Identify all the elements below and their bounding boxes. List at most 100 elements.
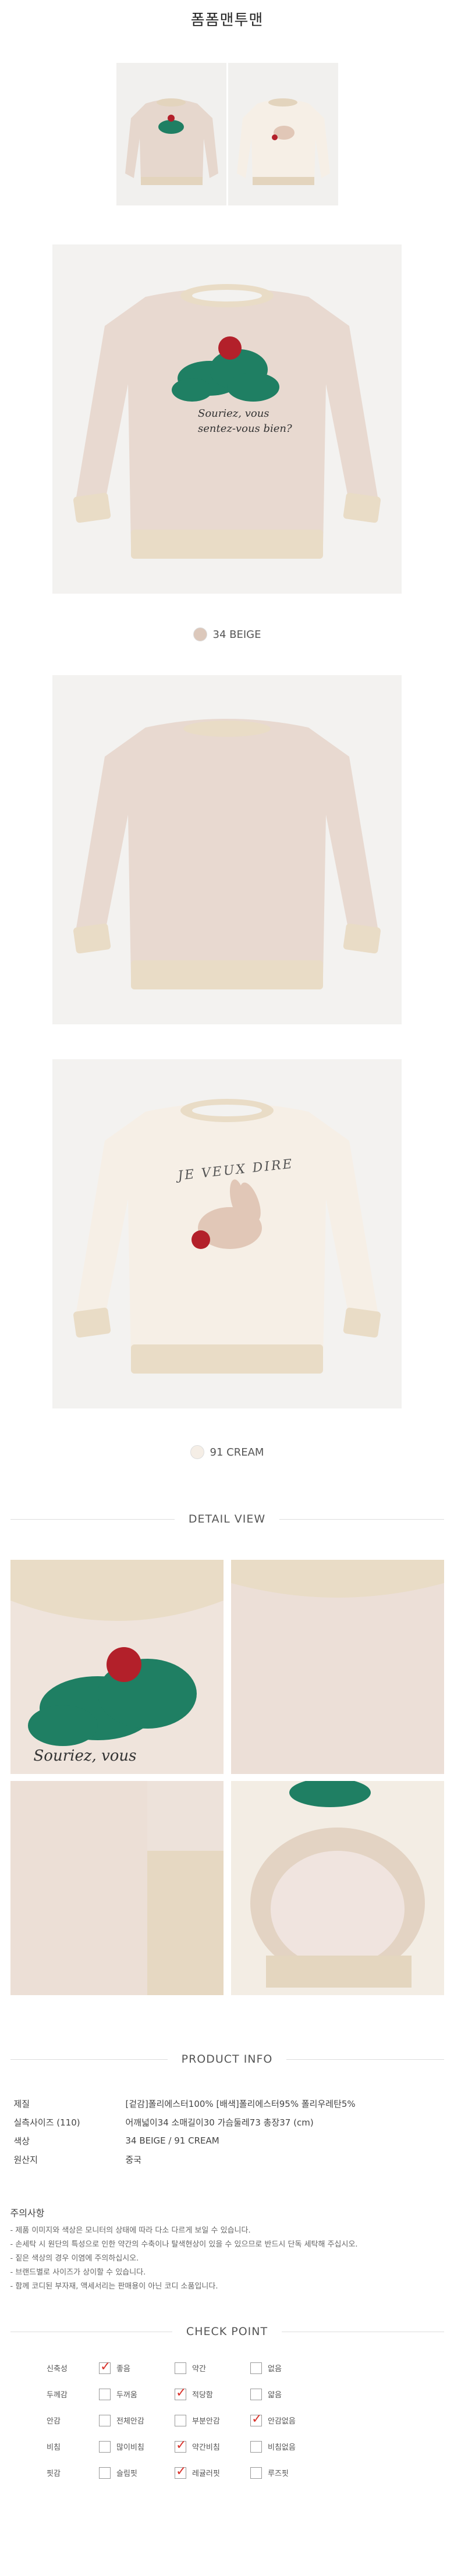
check-option: 약간 <box>175 2362 250 2374</box>
check-option: 얇음 <box>250 2388 326 2400</box>
beige-sweater-thumb-image <box>116 63 226 205</box>
caution-line: - 제품 이미지와 색상은 모니터의 상태에 따라 다소 다르게 보일 수 있습… <box>10 2226 251 2235</box>
checkbox <box>99 2440 111 2453</box>
detail-sleeve-closeup <box>10 1781 224 1995</box>
beige-main-photo: Souriez, vous sentez-vous bien? <box>52 244 402 594</box>
check-option: 적당함 <box>175 2386 250 2400</box>
option-label: 전체안감 <box>116 2417 144 2426</box>
detail-inside-closeup <box>230 1781 444 1995</box>
caution-notes: 주의사항 - 제품 이미지와 색상은 모니터의 상태에 따라 다소 다르게 보일… <box>10 2206 444 2294</box>
cream-sweater-image <box>52 1059 402 1408</box>
check-option: 비침없음 <box>250 2440 326 2453</box>
cream-thumb[interactable] <box>228 63 338 205</box>
product-info-table: 제질 [겉감]폴리에스터100% [배색]폴리에스터95% 폴리우레탄5% 실측… <box>10 2094 444 2169</box>
cream-swatch-row: 91 CREAM <box>0 1443 454 1461</box>
check-category: 핏감 <box>47 2469 61 2478</box>
check-option: 레귤러핏 <box>175 2464 250 2479</box>
detail-view-title: DETAIL VIEW <box>188 1513 266 1525</box>
option-label: 두꺼움 <box>116 2391 137 2400</box>
option-label: 많이비침 <box>116 2443 144 2452</box>
check-option: 슬림핏 <box>99 2467 175 2479</box>
divider-line <box>10 2059 168 2060</box>
checkbox <box>175 2414 186 2426</box>
checked-checkbox <box>250 2412 262 2426</box>
option-label: 약간 <box>192 2365 206 2373</box>
divider-line <box>10 1518 175 1520</box>
detail-fabric-closeup <box>230 1560 444 1774</box>
beige-swatch-row: 34 BEIGE <box>0 626 454 643</box>
beige-print-line-2: sentez-vous bien? <box>198 423 292 435</box>
check-row-lining: 안감 전체안감 부분안감 안감없음 <box>35 2407 419 2433</box>
check-option: 많이비침 <box>99 2440 175 2453</box>
check-option: 부분안감 <box>175 2414 250 2426</box>
product-detail-page: 폼폼맨투맨 Souriez, vous sentez-vous bien? 34… <box>0 0 454 2576</box>
option-label: 레귤러핏 <box>192 2469 220 2478</box>
beige-thumb[interactable] <box>116 63 226 205</box>
detail-grid: Souriez, vous <box>10 1560 444 1995</box>
checkbox <box>99 2467 111 2479</box>
checked-checkbox <box>99 2359 111 2374</box>
beige-print-line-1: Souriez, vous <box>198 407 269 420</box>
option-label: 부분안감 <box>192 2417 220 2426</box>
cream-main-photo: JE VEUX DIRE <box>52 1059 402 1408</box>
page-title: 폼폼맨투맨 <box>190 12 264 29</box>
product-info-title: PRODUCT INFO <box>181 2053 273 2066</box>
caution-line: - 손세탁 시 원단의 특성으로 인한 약간의 수축이나 탈색현상이 있을 수 … <box>10 2240 358 2249</box>
option-label: 약간비침 <box>192 2443 220 2452</box>
check-option: 안감없음 <box>250 2412 326 2426</box>
check-point-heading: CHECK POINT <box>10 2323 444 2340</box>
caution-heading: 주의사항 <box>10 2208 45 2219</box>
check-option: 전체안감 <box>99 2414 175 2426</box>
check-option: 약간비침 <box>175 2438 250 2453</box>
option-label: 슬림핏 <box>116 2469 137 2478</box>
beige-sweater-back-image <box>52 675 402 1024</box>
thumbnail-strip <box>0 63 454 205</box>
detail-print-closeup: Souriez, vous <box>10 1560 224 1774</box>
option-label: 루즈핏 <box>268 2469 289 2478</box>
check-category: 비침 <box>47 2443 61 2452</box>
check-option: 없음 <box>250 2362 326 2374</box>
checkbox <box>175 2362 186 2374</box>
detail-print-text: Souriez, vous <box>33 1747 137 1765</box>
info-row-origin: 원산지 중국 <box>10 2150 444 2169</box>
checkbox <box>250 2388 262 2400</box>
check-row-sheerness: 비침 많이비침 약간비침 비침없음 <box>35 2433 419 2460</box>
info-value: [겉감]폴리에스터100% [배색]폴리에스터95% 폴리우레탄5% <box>125 2098 356 2109</box>
beige-back-photo <box>52 675 402 1024</box>
sleeve-closeup-image <box>10 1781 224 1995</box>
option-label: 적당함 <box>192 2391 213 2400</box>
info-row-size: 실측사이즈 (110) 어깨넓이34 소매길이30 가슴둘레73 총장37 (c… <box>10 2113 444 2131</box>
cream-swatch-label: 91 CREAM <box>210 1446 264 1459</box>
checked-checkbox <box>175 2438 186 2453</box>
check-row-fit: 핏감 슬림핏 레귤러핏 루즈핏 <box>35 2460 419 2486</box>
option-label: 안감없음 <box>268 2417 296 2426</box>
option-label: 얇음 <box>268 2391 282 2400</box>
divider-line <box>286 2059 444 2060</box>
check-option: 좋음 <box>99 2359 175 2374</box>
info-value: 어깨넓이34 소매길이30 가슴둘레73 총장37 (cm) <box>125 2117 314 2128</box>
info-row-material: 제질 [겉감]폴리에스터100% [배색]폴리에스터95% 폴리우레탄5% <box>10 2094 444 2113</box>
check-row-stretch: 신축성 좋음 약간 없음 <box>35 2355 419 2381</box>
product-info-heading: PRODUCT INFO <box>10 2050 444 2068</box>
checked-checkbox <box>175 2386 186 2400</box>
check-category: 신축성 <box>47 2365 68 2373</box>
detail-view-heading: DETAIL VIEW <box>10 1510 444 1528</box>
info-key: 색상 <box>13 2135 30 2146</box>
checkbox <box>250 2440 262 2453</box>
option-label: 없음 <box>268 2365 282 2373</box>
check-row-thickness: 두께감 두꺼움 적당함 얇음 <box>35 2381 419 2407</box>
divider-line <box>279 1518 444 1520</box>
caution-line: - 브랜드별로 사이즈가 상이할 수 있습니다. <box>10 2268 146 2277</box>
checkbox <box>99 2388 111 2400</box>
info-key: 원산지 <box>13 2154 38 2165</box>
option-label: 비침없음 <box>268 2443 296 2452</box>
option-label: 좋음 <box>116 2365 130 2373</box>
info-row-color: 색상 34 BEIGE / 91 CREAM <box>10 2131 444 2150</box>
check-category: 두께감 <box>47 2391 68 2400</box>
checkbox <box>250 2362 262 2374</box>
checked-checkbox <box>175 2464 186 2479</box>
check-option: 두꺼움 <box>99 2388 175 2400</box>
check-point-title: CHECK POINT <box>186 2325 268 2338</box>
cream-sweater-thumb-image <box>228 63 338 205</box>
print-closeup-image <box>10 1560 224 1774</box>
